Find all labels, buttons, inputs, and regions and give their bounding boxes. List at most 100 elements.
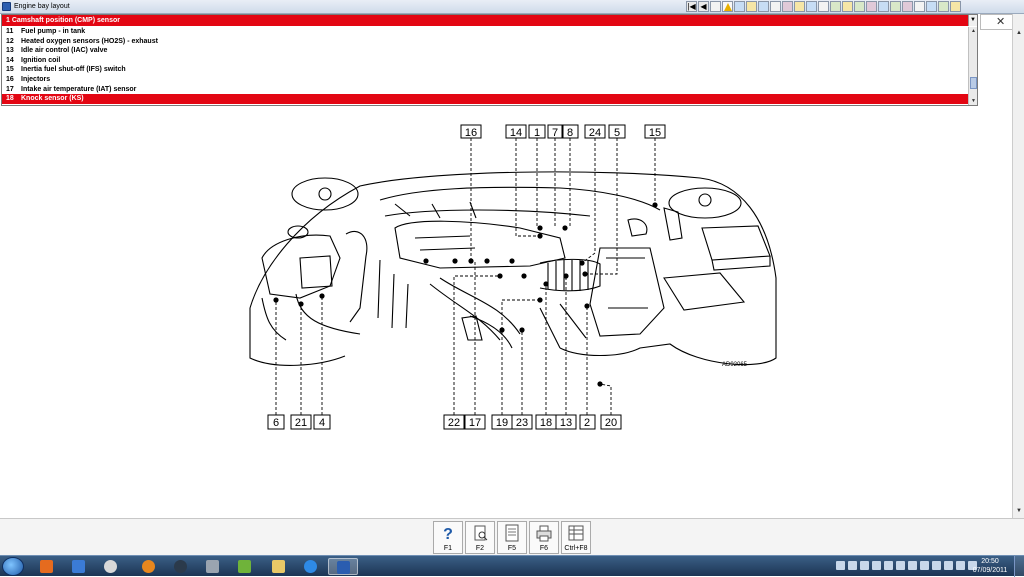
tray-icon[interactable] bbox=[920, 561, 929, 570]
tray-icon[interactable] bbox=[908, 561, 917, 570]
help-button[interactable]: ? F1 bbox=[433, 521, 463, 554]
list-item[interactable]: 16 Injectors bbox=[2, 75, 968, 85]
camera-icon[interactable] bbox=[806, 1, 817, 12]
taskbar-app-z[interactable] bbox=[230, 558, 260, 575]
view-icon[interactable] bbox=[770, 1, 781, 12]
tray-icon[interactable] bbox=[884, 561, 893, 570]
tray-icon[interactable] bbox=[848, 561, 857, 570]
previous-record-button[interactable]: ◀ bbox=[698, 1, 709, 12]
callout-22[interactable]: 22 bbox=[443, 414, 465, 430]
list-item[interactable]: 12 Heated oxygen sensors (HO2S) - exhaust bbox=[2, 37, 968, 47]
callout-6[interactable]: 6 bbox=[267, 414, 285, 430]
scroll-down-icon[interactable]: ▼ bbox=[969, 97, 978, 105]
info-icon[interactable] bbox=[818, 1, 829, 12]
list-item[interactable]: 17 Intake air temperature (IAT) sensor bbox=[2, 85, 968, 95]
callout-19[interactable]: 19 bbox=[491, 414, 513, 430]
list-item-number: 13 bbox=[6, 47, 14, 55]
document-button[interactable]: F5 bbox=[497, 521, 527, 554]
list-item-label: Knock sensor (KS) bbox=[21, 95, 84, 103]
callout-4[interactable]: 4 bbox=[313, 414, 331, 430]
show-desktop-button[interactable] bbox=[1014, 556, 1024, 577]
callout-21[interactable]: 21 bbox=[290, 414, 312, 430]
list-scrollbar[interactable]: ▲ ▼ bbox=[968, 27, 977, 105]
folder-icon[interactable] bbox=[794, 1, 805, 12]
taskbar-app-disc[interactable] bbox=[96, 558, 126, 575]
diagram-code: AD92065 bbox=[722, 362, 748, 368]
page-scroll-up-icon[interactable]: ▲ bbox=[1014, 28, 1024, 38]
warning-icon[interactable] bbox=[722, 1, 733, 12]
list-item[interactable]: 14 Ignition coil bbox=[2, 56, 968, 66]
callout-label: 7 bbox=[552, 127, 558, 139]
scroll-up-icon[interactable]: ▲ bbox=[969, 27, 978, 35]
list-item-number: 17 bbox=[6, 85, 14, 93]
settings-icon[interactable] bbox=[758, 1, 769, 12]
toolbar: |◀ ◀ bbox=[686, 1, 961, 13]
diagram-icon[interactable] bbox=[866, 1, 877, 12]
tray-icon[interactable] bbox=[896, 561, 905, 570]
callout-16[interactable]: 16 bbox=[460, 124, 482, 139]
clock[interactable]: 20:50 07/09/2011 bbox=[970, 557, 1010, 575]
callout-7[interactable]: 7 bbox=[547, 124, 563, 139]
flag-icon[interactable] bbox=[830, 1, 841, 12]
taskbar-explorer[interactable] bbox=[264, 558, 294, 575]
tools-icon[interactable] bbox=[782, 1, 793, 12]
dropdown-arrow-icon[interactable]: ▼ bbox=[968, 15, 977, 26]
taskbar-steam[interactable] bbox=[166, 558, 196, 575]
wrench-icon[interactable] bbox=[842, 1, 853, 12]
list-item[interactable]: 18 Knock sensor (KS) bbox=[2, 94, 968, 104]
scroll-thumb[interactable] bbox=[970, 77, 977, 89]
globe-icon[interactable] bbox=[914, 1, 925, 12]
engine-bay-diagram[interactable]: 16 14 1 7 8 24 5 15 6 21 4 22 17 19 23 1… bbox=[0, 108, 1012, 518]
list-item[interactable]: 13 Idle air control (IAC) valve bbox=[2, 46, 968, 56]
taskbar-engine-app[interactable] bbox=[328, 558, 358, 575]
first-record-button[interactable]: |◀ bbox=[686, 1, 697, 12]
callout-13[interactable]: 13 bbox=[555, 414, 577, 430]
tray-icon[interactable] bbox=[944, 561, 953, 570]
callout-8[interactable]: 8 bbox=[562, 124, 579, 139]
taskbar-media-player[interactable] bbox=[32, 558, 62, 575]
list-item-number: 11 bbox=[6, 28, 14, 35]
callout-24[interactable]: 24 bbox=[584, 124, 606, 139]
callout-label: 5 bbox=[614, 127, 620, 139]
chart-icon[interactable] bbox=[878, 1, 889, 12]
list-item[interactable]: 15 Inertia fuel shut-off (IFS) switch bbox=[2, 65, 968, 75]
callout-15[interactable]: 15 bbox=[644, 124, 666, 139]
connector-icon[interactable] bbox=[854, 1, 865, 12]
callout-5[interactable]: 5 bbox=[608, 124, 626, 139]
component-dropdown[interactable]: 1 Camshaft position (CMP) sensor ▼ bbox=[2, 15, 977, 26]
page-scrollbar[interactable]: ▲ ▼ bbox=[1012, 14, 1024, 518]
print-button[interactable]: F6 bbox=[529, 521, 559, 554]
check-icon[interactable] bbox=[890, 1, 901, 12]
callout-18[interactable]: 18 bbox=[535, 414, 557, 430]
page-scroll-down-icon[interactable]: ▼ bbox=[1014, 506, 1024, 516]
list-item[interactable]: 11 Fuel pump - in tank bbox=[2, 27, 968, 37]
print-preview-button[interactable]: F2 bbox=[465, 521, 495, 554]
callout-1[interactable]: 1 bbox=[528, 124, 546, 139]
lightbulb-icon[interactable] bbox=[950, 1, 961, 12]
tray-icon[interactable] bbox=[932, 561, 941, 570]
taskbar-internet-explorer[interactable] bbox=[296, 558, 326, 575]
callout-23[interactable]: 23 bbox=[511, 414, 533, 430]
gear-icon[interactable] bbox=[926, 1, 937, 12]
close-icon[interactable]: ✕ bbox=[996, 15, 1005, 28]
taskbar-app-gamepad[interactable] bbox=[198, 558, 228, 575]
start-button[interactable] bbox=[2, 557, 24, 576]
table-button[interactable]: Ctrl+F8 bbox=[561, 521, 591, 554]
callout-17[interactable]: 17 bbox=[464, 414, 486, 430]
taskbar-firefox[interactable] bbox=[134, 558, 164, 575]
component-listbox[interactable]: 1 Camshaft position (CMP) sensor ▼ 11 Fue… bbox=[1, 14, 978, 106]
callout-20[interactable]: 20 bbox=[600, 414, 622, 430]
document-icon[interactable] bbox=[734, 1, 745, 12]
list-icon[interactable] bbox=[746, 1, 757, 12]
tray-icon[interactable] bbox=[836, 561, 845, 570]
callout-14[interactable]: 14 bbox=[505, 124, 527, 139]
tray-icon[interactable] bbox=[860, 561, 869, 570]
tray-icon[interactable] bbox=[872, 561, 881, 570]
callout-2[interactable]: 2 bbox=[579, 414, 596, 430]
taskbar-app-feather[interactable] bbox=[64, 558, 94, 575]
callout-label: 2 bbox=[584, 417, 590, 429]
page-icon[interactable] bbox=[710, 1, 721, 12]
edit-icon[interactable] bbox=[902, 1, 913, 12]
help-toolbar-icon[interactable] bbox=[938, 1, 949, 12]
tray-icon[interactable] bbox=[956, 561, 965, 570]
